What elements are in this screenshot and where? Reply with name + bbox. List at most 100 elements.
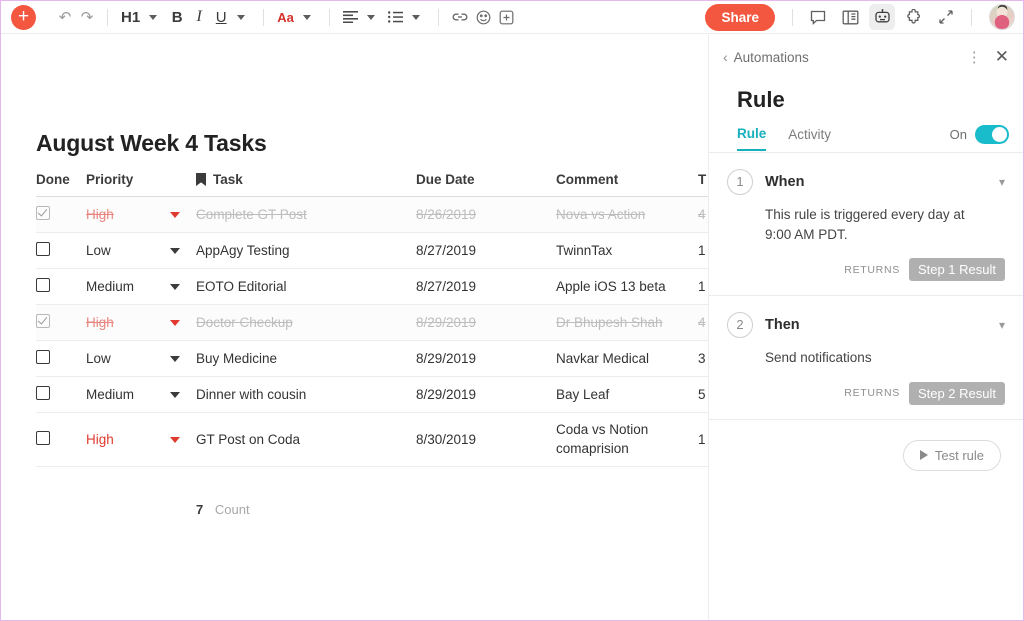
- comment-icon[interactable]: [805, 4, 831, 30]
- table-row[interactable]: High Doctor Checkup 8/29/2019 Dr Bhupesh…: [36, 305, 709, 341]
- row-done-cell[interactable]: [36, 386, 86, 403]
- step-result-chip[interactable]: Step 2 Result: [909, 382, 1005, 405]
- emoji-icon[interactable]: [472, 4, 495, 30]
- checkbox[interactable]: [36, 278, 50, 292]
- checkbox[interactable]: [36, 314, 50, 328]
- column-header-truncated[interactable]: T: [698, 170, 709, 196]
- table-row[interactable]: Medium Dinner with cousin 8/29/2019 Bay …: [36, 377, 709, 413]
- table-row[interactable]: High Complete GT Post 8/26/2019 Nova vs …: [36, 197, 709, 233]
- checkbox[interactable]: [36, 350, 50, 364]
- step-result-chip[interactable]: Step 1 Result: [909, 258, 1005, 281]
- undo-icon[interactable]: ↶: [54, 4, 76, 30]
- add-button[interactable]: +: [11, 5, 36, 30]
- breadcrumb[interactable]: Automations: [734, 50, 809, 65]
- checkbox[interactable]: [36, 242, 50, 256]
- bold-button[interactable]: B: [166, 4, 188, 30]
- robot-icon[interactable]: [869, 4, 895, 30]
- row-t-cell[interactable]: 4: [698, 315, 709, 330]
- priority-chevron-down-icon[interactable]: [170, 437, 180, 443]
- priority-chevron-down-icon[interactable]: [170, 212, 180, 218]
- row-comment-cell[interactable]: Navkar Medical: [556, 351, 698, 366]
- priority-chevron-down-icon[interactable]: [170, 248, 180, 254]
- priority-chevron-down-icon[interactable]: [170, 320, 180, 326]
- row-done-cell[interactable]: [36, 314, 86, 331]
- row-comment-cell[interactable]: Apple iOS 13 beta: [556, 279, 698, 294]
- row-t-cell[interactable]: 5: [698, 387, 709, 402]
- row-comment-cell[interactable]: Nova vs Action: [556, 207, 698, 222]
- close-icon[interactable]: ✕: [995, 47, 1009, 67]
- row-due-cell[interactable]: 8/29/2019: [416, 387, 556, 402]
- row-task-cell[interactable]: GT Post on Coda: [196, 432, 416, 447]
- align-left-icon[interactable]: [339, 4, 362, 30]
- row-done-cell[interactable]: [36, 431, 86, 448]
- rule-enabled-toggle[interactable]: [975, 125, 1009, 144]
- link-icon[interactable]: [448, 4, 472, 30]
- text-color-button[interactable]: Aa: [273, 4, 298, 30]
- checkbox[interactable]: [36, 431, 50, 445]
- row-priority-cell[interactable]: High: [86, 207, 196, 222]
- italic-button[interactable]: I: [188, 4, 210, 30]
- checkbox[interactable]: [36, 206, 50, 220]
- bullet-list-icon[interactable]: [384, 4, 407, 30]
- priority-chevron-down-icon[interactable]: [170, 392, 180, 398]
- row-comment-cell[interactable]: Dr Bhupesh Shah: [556, 315, 698, 330]
- row-task-cell[interactable]: Doctor Checkup: [196, 315, 416, 330]
- row-due-cell[interactable]: 8/29/2019: [416, 351, 556, 366]
- test-rule-button[interactable]: Test rule: [903, 440, 1001, 471]
- row-priority-cell[interactable]: High: [86, 315, 196, 330]
- row-priority-cell[interactable]: High: [86, 432, 196, 447]
- row-done-cell[interactable]: [36, 242, 86, 259]
- row-done-cell[interactable]: [36, 278, 86, 295]
- row-comment-cell[interactable]: Coda vs Notion comaprision: [556, 421, 698, 457]
- column-header-done[interactable]: Done: [36, 170, 86, 196]
- redo-icon[interactable]: ↷: [76, 4, 98, 30]
- book-icon[interactable]: [837, 4, 863, 30]
- row-task-cell[interactable]: Dinner with cousin: [196, 387, 416, 402]
- row-t-cell[interactable]: 4: [698, 207, 709, 222]
- avatar[interactable]: [989, 4, 1015, 30]
- puzzle-icon[interactable]: [901, 4, 927, 30]
- align-chevron-down-icon[interactable]: [367, 15, 375, 20]
- column-header-task[interactable]: Task: [196, 170, 416, 196]
- row-priority-cell[interactable]: Low: [86, 243, 196, 258]
- table-row[interactable]: Medium EOTO Editorial 8/27/2019 Apple iO…: [36, 269, 709, 305]
- row-done-cell[interactable]: [36, 206, 86, 223]
- tab-rule[interactable]: Rule: [737, 126, 766, 151]
- row-due-cell[interactable]: 8/26/2019: [416, 207, 556, 222]
- insert-icon[interactable]: [495, 4, 518, 30]
- row-comment-cell[interactable]: TwinnTax: [556, 243, 698, 258]
- priority-chevron-down-icon[interactable]: [170, 356, 180, 362]
- row-priority-cell[interactable]: Medium: [86, 279, 196, 294]
- table-row[interactable]: Low AppAgy Testing 8/27/2019 TwinnTax 1: [36, 233, 709, 269]
- row-t-cell[interactable]: 1: [698, 243, 709, 258]
- heading-chevron-down-icon[interactable]: [149, 15, 157, 20]
- list-chevron-down-icon[interactable]: [412, 15, 420, 20]
- row-due-cell[interactable]: 8/27/2019: [416, 279, 556, 294]
- row-task-cell[interactable]: EOTO Editorial: [196, 279, 416, 294]
- format-chevron-down-icon[interactable]: [237, 15, 245, 20]
- row-done-cell[interactable]: [36, 350, 86, 367]
- row-due-cell[interactable]: 8/29/2019: [416, 315, 556, 330]
- row-t-cell[interactable]: 3: [698, 351, 709, 366]
- row-priority-cell[interactable]: Low: [86, 351, 196, 366]
- text-color-chevron-down-icon[interactable]: [303, 15, 311, 20]
- priority-chevron-down-icon[interactable]: [170, 284, 180, 290]
- row-t-cell[interactable]: 1: [698, 279, 709, 294]
- chevron-left-icon[interactable]: ‹: [723, 49, 728, 65]
- column-header-priority[interactable]: Priority: [86, 170, 196, 196]
- heading-style-button[interactable]: H1: [117, 4, 144, 30]
- checkbox[interactable]: [36, 386, 50, 400]
- column-header-due-date[interactable]: Due Date: [416, 170, 556, 196]
- tab-activity[interactable]: Activity: [788, 127, 831, 150]
- column-header-comment[interactable]: Comment: [556, 170, 698, 196]
- underline-button[interactable]: U: [210, 4, 232, 30]
- expand-icon[interactable]: [933, 4, 959, 30]
- row-due-cell[interactable]: 8/27/2019: [416, 243, 556, 258]
- row-due-cell[interactable]: 8/30/2019: [416, 432, 556, 447]
- share-button[interactable]: Share: [705, 4, 775, 31]
- row-t-cell[interactable]: 1: [698, 432, 709, 447]
- count-label[interactable]: Count: [215, 502, 250, 517]
- row-task-cell[interactable]: AppAgy Testing: [196, 243, 416, 258]
- row-task-cell[interactable]: Complete GT Post: [196, 207, 416, 222]
- table-row[interactable]: High GT Post on Coda 8/30/2019 Coda vs N…: [36, 413, 709, 467]
